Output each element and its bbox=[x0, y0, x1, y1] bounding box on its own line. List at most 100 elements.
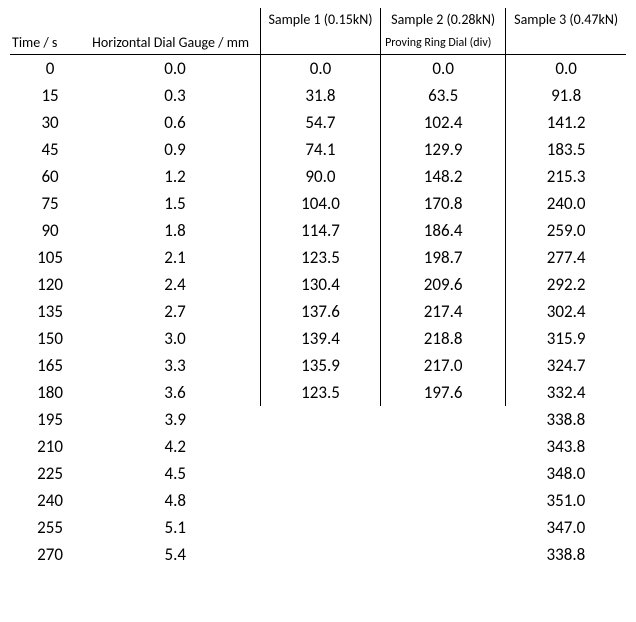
cell-sample3: 292.2 bbox=[506, 271, 626, 298]
cell-time: 150 bbox=[10, 325, 90, 352]
header-gauge: Horizontal Dial Gauge / mm bbox=[90, 31, 260, 55]
cell-sample2: 102.4 bbox=[381, 109, 506, 136]
cell-time: 165 bbox=[10, 352, 90, 379]
cell-sample2: 217.0 bbox=[381, 352, 506, 379]
cell-sample3: 324.7 bbox=[506, 352, 626, 379]
cell-sample3: 259.0 bbox=[506, 217, 626, 244]
cell-gauge: 4.8 bbox=[90, 487, 260, 514]
cell-sample3: 338.8 bbox=[506, 406, 626, 433]
cell-sample2 bbox=[381, 487, 506, 514]
cell-sample3: 183.5 bbox=[506, 136, 626, 163]
data-table: Sample 1 (0.15kN) Sample 2 (0.28kN) Samp… bbox=[10, 8, 626, 568]
cell-sample2: 217.4 bbox=[381, 298, 506, 325]
cell-time: 120 bbox=[10, 271, 90, 298]
cell-time: 45 bbox=[10, 136, 90, 163]
cell-sample2: 209.6 bbox=[381, 271, 506, 298]
cell-time: 0 bbox=[10, 55, 90, 83]
cell-gauge: 4.5 bbox=[90, 460, 260, 487]
table-row: 2404.8351.0 bbox=[10, 487, 626, 514]
table-body: 00.00.00.00.0150.331.863.591.8300.654.71… bbox=[10, 55, 626, 569]
cell-sample3: 91.8 bbox=[506, 82, 626, 109]
cell-sample3: 347.0 bbox=[506, 514, 626, 541]
cell-time: 105 bbox=[10, 244, 90, 271]
header-time: Time / s bbox=[10, 31, 90, 55]
table-row: 1202.4130.4209.6292.2 bbox=[10, 271, 626, 298]
cell-time: 225 bbox=[10, 460, 90, 487]
cell-gauge: 2.4 bbox=[90, 271, 260, 298]
header-s3-blank bbox=[506, 31, 626, 55]
cell-time: 240 bbox=[10, 487, 90, 514]
table-row: 300.654.7102.4141.2 bbox=[10, 109, 626, 136]
cell-gauge: 5.4 bbox=[90, 541, 260, 568]
table-row: 1803.6123.5197.6332.4 bbox=[10, 379, 626, 406]
table-row: 00.00.00.00.0 bbox=[10, 55, 626, 83]
header-blank-1 bbox=[10, 8, 90, 31]
cell-gauge: 0.0 bbox=[90, 55, 260, 83]
header-sample3: Sample 3 (0.47kN) bbox=[506, 8, 626, 31]
cell-sample2: 198.7 bbox=[381, 244, 506, 271]
cell-sample1 bbox=[260, 460, 380, 487]
cell-sample3: 277.4 bbox=[506, 244, 626, 271]
header-proving: Proving Ring Dial (div) bbox=[381, 31, 506, 55]
cell-time: 195 bbox=[10, 406, 90, 433]
cell-sample1: 114.7 bbox=[260, 217, 380, 244]
cell-gauge: 5.1 bbox=[90, 514, 260, 541]
table-row: 150.331.863.591.8 bbox=[10, 82, 626, 109]
table-row: 2104.2343.8 bbox=[10, 433, 626, 460]
cell-sample1: 130.4 bbox=[260, 271, 380, 298]
cell-sample2: 148.2 bbox=[381, 163, 506, 190]
table-row: 1352.7137.6217.4302.4 bbox=[10, 298, 626, 325]
cell-gauge: 0.9 bbox=[90, 136, 260, 163]
cell-gauge: 3.9 bbox=[90, 406, 260, 433]
cell-sample1: 74.1 bbox=[260, 136, 380, 163]
cell-sample3: 332.4 bbox=[506, 379, 626, 406]
cell-gauge: 2.1 bbox=[90, 244, 260, 271]
cell-sample2: 63.5 bbox=[381, 82, 506, 109]
cell-time: 90 bbox=[10, 217, 90, 244]
table-row: 1953.9 338.8 bbox=[10, 406, 626, 433]
cell-gauge: 1.5 bbox=[90, 190, 260, 217]
cell-time: 135 bbox=[10, 298, 90, 325]
cell-sample1 bbox=[260, 433, 380, 460]
table-row: 2254.5 348.0 bbox=[10, 460, 626, 487]
cell-gauge: 3.3 bbox=[90, 352, 260, 379]
cell-gauge: 2.7 bbox=[90, 298, 260, 325]
cell-sample1 bbox=[260, 406, 380, 433]
header-blank-2 bbox=[90, 8, 260, 31]
cell-time: 270 bbox=[10, 541, 90, 568]
table-row: 450.974.1129.9183.5 bbox=[10, 136, 626, 163]
cell-sample1: 139.4 bbox=[260, 325, 380, 352]
cell-sample1: 104.0 bbox=[260, 190, 380, 217]
cell-sample1 bbox=[260, 514, 380, 541]
cell-sample2: 170.8 bbox=[381, 190, 506, 217]
cell-sample2: 186.4 bbox=[381, 217, 506, 244]
cell-gauge: 1.8 bbox=[90, 217, 260, 244]
cell-time: 30 bbox=[10, 109, 90, 136]
cell-sample1: 31.8 bbox=[260, 82, 380, 109]
cell-sample3: 338.8 bbox=[506, 541, 626, 568]
cell-sample3: 348.0 bbox=[506, 460, 626, 487]
cell-sample2 bbox=[381, 406, 506, 433]
cell-sample1: 0.0 bbox=[260, 55, 380, 83]
cell-sample2: 197.6 bbox=[381, 379, 506, 406]
cell-sample2 bbox=[381, 514, 506, 541]
table-row: 2555.1347.0 bbox=[10, 514, 626, 541]
cell-sample3: 215.3 bbox=[506, 163, 626, 190]
cell-sample3: 315.9 bbox=[506, 325, 626, 352]
cell-sample3: 0.0 bbox=[506, 55, 626, 83]
cell-gauge: 1.2 bbox=[90, 163, 260, 190]
table-row: 1653.3135.9217.0324.7 bbox=[10, 352, 626, 379]
cell-sample1: 90.0 bbox=[260, 163, 380, 190]
cell-sample3: 302.4 bbox=[506, 298, 626, 325]
cell-time: 210 bbox=[10, 433, 90, 460]
header-sample2: Sample 2 (0.28kN) bbox=[381, 8, 506, 31]
cell-sample2: 0.0 bbox=[381, 55, 506, 83]
cell-sample1: 54.7 bbox=[260, 109, 380, 136]
cell-gauge: 0.6 bbox=[90, 109, 260, 136]
cell-sample3: 240.0 bbox=[506, 190, 626, 217]
cell-sample2 bbox=[381, 541, 506, 568]
cell-sample1: 137.6 bbox=[260, 298, 380, 325]
cell-sample1: 123.5 bbox=[260, 379, 380, 406]
cell-time: 75 bbox=[10, 190, 90, 217]
table-row: 2705.4 338.8 bbox=[10, 541, 626, 568]
